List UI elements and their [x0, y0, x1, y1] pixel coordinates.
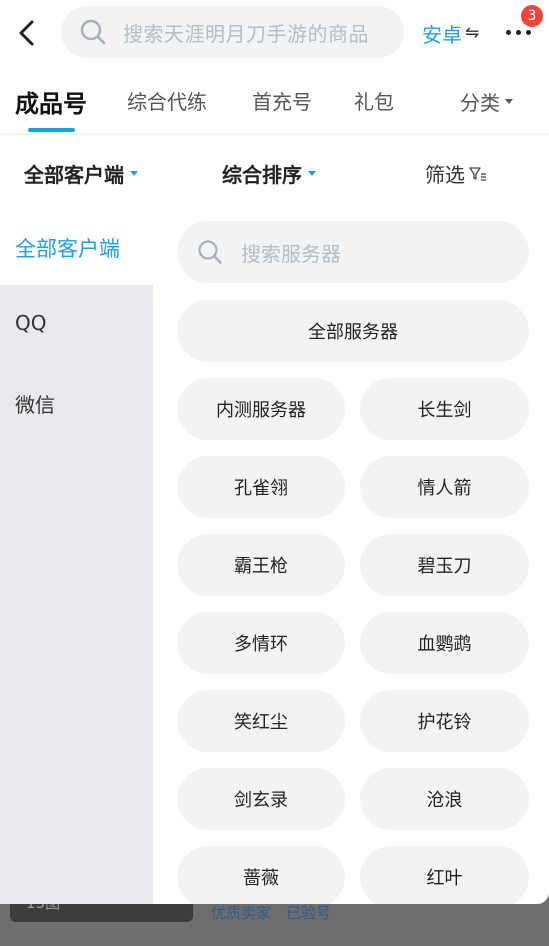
- server-chip[interactable]: 情人箭: [360, 456, 529, 518]
- server-chip[interactable]: 蔷薇: [177, 846, 345, 904]
- product-search-input[interactable]: 搜索天涯明月刀手游的商品: [61, 6, 404, 58]
- filter-funnel-icon: [469, 166, 486, 181]
- sidebar-item-label: 全部客户端: [15, 237, 120, 261]
- sidebar-item-qq[interactable]: QQ: [0, 285, 153, 363]
- search-placeholder: 搜索天涯明月刀手游的商品: [123, 21, 369, 46]
- server-list: 搜索服务器 全部服务器 内测服务器 长生剑 孔雀翎 情人箭 霸王枪 碧玉刀 多情…: [153, 207, 549, 904]
- server-chip[interactable]: 多情环: [177, 612, 345, 674]
- server-chip[interactable]: 护花铃: [360, 690, 529, 752]
- search-icon: [80, 19, 106, 45]
- top-app-bar: 搜索天涯明月刀手游的商品 安卓 ⇋ 3: [0, 0, 549, 66]
- caret-down-icon: [505, 99, 513, 104]
- category-tabs: 成品号 综合代练 首充号 礼包 分类: [0, 66, 549, 135]
- tab-first-recharge[interactable]: 首充号: [252, 86, 312, 115]
- server-chip-all[interactable]: 全部服务器: [177, 300, 529, 362]
- active-tab-indicator: [28, 128, 75, 132]
- server-chip[interactable]: 孔雀翎: [177, 456, 345, 518]
- client-filter-label: 全部客户端: [24, 163, 124, 187]
- client-server-panel: 全部客户端 QQ 微信 搜索服务器 全部服务器 内测服务器 长生剑 孔雀翎 情人…: [0, 207, 549, 904]
- listing-tag-verified: 已验号: [286, 904, 332, 922]
- server-chip[interactable]: 长生剑: [360, 378, 529, 440]
- listing-tag-quality-seller: 优质卖家: [211, 904, 272, 922]
- tab-scroll-fade: [395, 66, 435, 132]
- sort-dropdown[interactable]: 综合排序: [222, 159, 316, 188]
- server-search-placeholder: 搜索服务器: [241, 241, 341, 266]
- server-chip[interactable]: 红叶: [360, 846, 529, 904]
- server-chip[interactable]: 霸王枪: [177, 534, 345, 596]
- sort-label: 综合排序: [222, 163, 302, 187]
- search-icon: [198, 240, 222, 264]
- sidebar-item-all-clients[interactable]: 全部客户端: [0, 207, 153, 285]
- screen-filter-label: 筛选: [425, 163, 465, 187]
- server-chip[interactable]: 笑红尘: [177, 690, 345, 752]
- tab-gift-pack[interactable]: 礼包: [354, 86, 394, 115]
- swap-arrows-icon: ⇋: [465, 23, 480, 43]
- category-dropdown[interactable]: 分类: [460, 87, 513, 116]
- server-search-input[interactable]: 搜索服务器: [177, 221, 529, 283]
- category-label: 分类: [460, 91, 500, 115]
- back-arrow-icon[interactable]: [14, 18, 40, 48]
- sidebar-item-wechat[interactable]: 微信: [0, 363, 153, 441]
- caret-down-icon: [308, 171, 316, 176]
- client-sidebar: 全部客户端 QQ 微信: [0, 207, 153, 904]
- caret-down-icon: [130, 171, 138, 176]
- notification-badge: 3: [521, 5, 543, 27]
- tab-boosting[interactable]: 综合代练: [127, 86, 207, 115]
- server-chip[interactable]: 碧玉刀: [360, 534, 529, 596]
- server-chip[interactable]: 内测服务器: [177, 378, 345, 440]
- server-chip[interactable]: 血鹦鹉: [360, 612, 529, 674]
- client-filter-dropdown[interactable]: 全部客户端: [24, 159, 138, 188]
- sidebar-item-label: 微信: [15, 393, 55, 417]
- background-listing-peek: 13图 优质卖家 已验号: [0, 894, 549, 946]
- filter-bar: 全部客户端 综合排序 筛选: [0, 135, 549, 207]
- screen-filter-button[interactable]: 筛选: [425, 159, 487, 188]
- platform-switch[interactable]: 安卓 ⇋: [422, 18, 479, 48]
- tab-finished-account[interactable]: 成品号: [15, 84, 87, 119]
- server-chip[interactable]: 剑玄录: [177, 768, 345, 830]
- platform-label: 安卓: [422, 22, 462, 47]
- server-chip[interactable]: 沧浪: [360, 768, 529, 830]
- sidebar-item-label: QQ: [15, 311, 47, 335]
- more-dots-icon: [506, 30, 531, 35]
